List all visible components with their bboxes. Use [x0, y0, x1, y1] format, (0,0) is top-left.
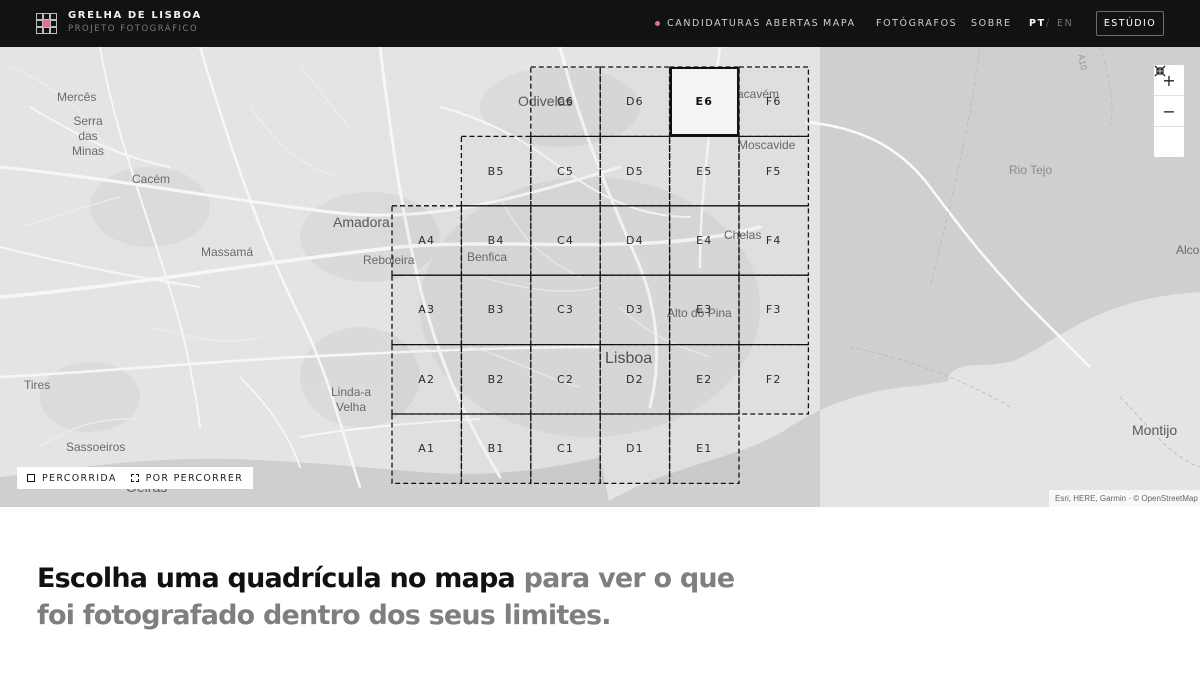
status-dot-icon	[655, 21, 660, 26]
grid-cell-c1[interactable]: C1	[531, 414, 600, 483]
grid-logo-icon[interactable]	[36, 13, 57, 38]
grid-cell-a1[interactable]: A1	[392, 414, 461, 483]
grid-cell-e2[interactable]: E2	[670, 345, 739, 414]
grid-cell-d6[interactable]: D6	[600, 67, 669, 136]
fit-bounds-button[interactable]	[1154, 65, 1184, 157]
grid-cell-e4[interactable]: E4	[670, 206, 739, 275]
grid-cell-e1[interactable]: E1	[670, 414, 739, 483]
lang-separator: /	[1046, 18, 1051, 29]
map-attribution[interactable]: Esri, HERE, Garmin · © OpenStreetMap	[1049, 490, 1200, 507]
grid-cell-e5[interactable]: E5	[670, 136, 739, 205]
grid-cell-d3[interactable]: D3	[600, 275, 669, 344]
nav-open-calls-link[interactable]: CANDIDATURAS ABERTAS	[655, 0, 819, 47]
grid-cell-b4[interactable]: B4	[461, 206, 530, 275]
grid-cell-f2[interactable]: F2	[739, 345, 808, 414]
site-title[interactable]: GRELHA DE LISBOA	[68, 10, 202, 21]
map-legend: PERCORRIDA POR PERCORRER	[17, 467, 254, 489]
grid-cell-a2[interactable]: A2	[392, 345, 461, 414]
grid-cell-c6[interactable]: C6	[531, 67, 600, 136]
legend-to-walk-label: POR PERCORRER	[145, 472, 244, 484]
grid-cell-f3[interactable]: F3	[739, 275, 808, 344]
collapse-arrows-icon	[1154, 65, 1166, 77]
grid-cell-a3[interactable]: A3	[392, 275, 461, 344]
intro-headline: Escolha uma quadrícula no mapa para ver …	[37, 560, 737, 634]
nav-open-calls-label: CANDIDATURAS ABERTAS	[667, 18, 820, 29]
grid-cell-e3[interactable]: E3	[670, 275, 739, 344]
walked-swatch-icon	[27, 474, 35, 482]
grid-cell-f6[interactable]: F6	[739, 67, 808, 136]
zoom-out-button[interactable]: −	[1154, 96, 1184, 127]
grid-cell-b3[interactable]: B3	[461, 275, 530, 344]
grid-cell-d1[interactable]: D1	[600, 414, 669, 483]
grid-cell-b5[interactable]: B5	[461, 136, 530, 205]
grid-cell-c5[interactable]: C5	[531, 136, 600, 205]
grid-cell-a4[interactable]: A4	[392, 206, 461, 275]
top-navigation-bar: GRELHA DE LISBOA PROJETO FOTOGRÁFICO CAN…	[0, 0, 1200, 47]
nav-about-link[interactable]: SOBRE	[971, 0, 1012, 47]
lang-en-link[interactable]: EN	[1057, 0, 1073, 47]
grid-cell-b2[interactable]: B2	[461, 345, 530, 414]
map-view[interactable]: Mercês Serra das Minas Cacém Massamá Ama…	[0, 47, 1200, 507]
grid-cell-f4[interactable]: F4	[739, 206, 808, 275]
nav-map-link[interactable]: MAPA	[823, 0, 856, 47]
studio-button[interactable]: ESTÚDIO	[1096, 11, 1164, 36]
to-walk-swatch-icon	[130, 474, 139, 482]
legend-walked-label: PERCORRIDA	[42, 472, 117, 484]
grid-cell-c2[interactable]: C2	[531, 345, 600, 414]
grid-cell-e6[interactable]: E6	[669, 67, 739, 137]
grid-cell-c4[interactable]: C4	[531, 206, 600, 275]
grid-cell-c3[interactable]: C3	[531, 275, 600, 344]
lang-pt-link[interactable]: PT	[1029, 0, 1046, 47]
nav-photographers-link[interactable]: FOTÓGRAFOS	[876, 0, 957, 47]
grid-cell-b1[interactable]: B1	[461, 414, 530, 483]
zoom-controls: + −	[1153, 64, 1185, 158]
grid-cell-f5[interactable]: F5	[739, 136, 808, 205]
grid-cell-d2[interactable]: D2	[600, 345, 669, 414]
grid-cell-d5[interactable]: D5	[600, 136, 669, 205]
grid-cell-d4[interactable]: D4	[600, 206, 669, 275]
site-subtitle: PROJETO FOTOGRÁFICO	[68, 24, 199, 34]
intro-strong-text: Escolha uma quadrícula no mapa	[37, 563, 516, 594]
